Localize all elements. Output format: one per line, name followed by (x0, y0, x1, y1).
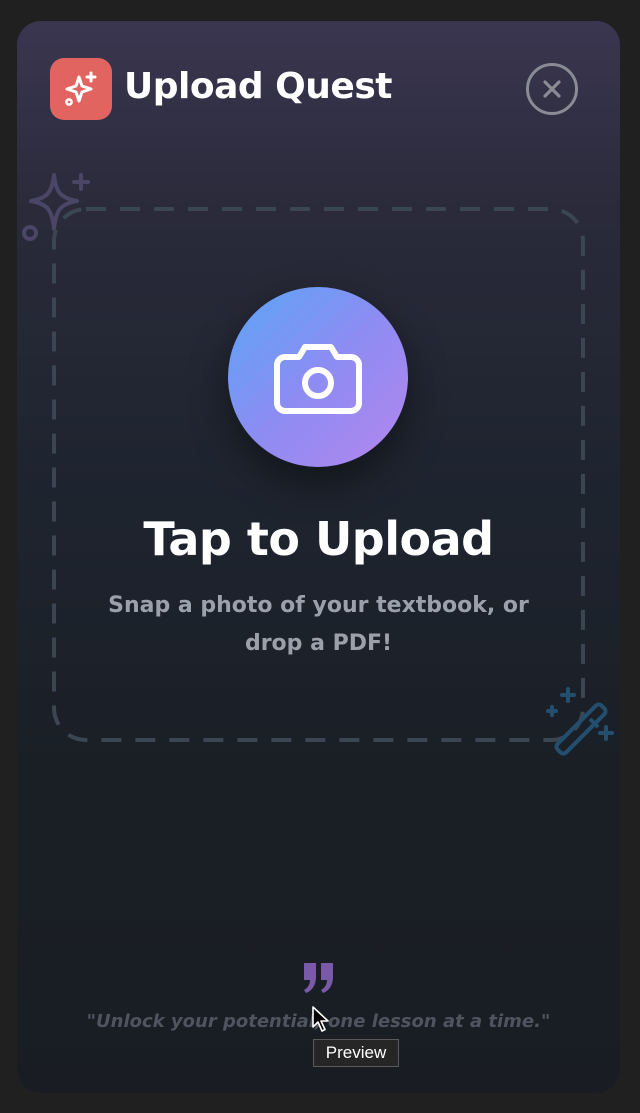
close-icon (543, 80, 561, 98)
upload-subtitle: Snap a photo of your textbook, or drop a… (92, 587, 545, 663)
upload-subtitle-line2: drop a PDF! (244, 631, 393, 656)
preview-tooltip: Preview (313, 1039, 399, 1067)
magic-wand-icon (544, 683, 620, 763)
header: Upload Quest (50, 58, 586, 122)
app-title: Upload Quest (124, 66, 392, 107)
upload-dropzone[interactable]: Tap to Upload Snap a photo of your textb… (52, 207, 585, 742)
upload-title: Tap to Upload (143, 512, 494, 566)
upload-card: Upload Quest Tap to Upload Snap a photo … (17, 21, 620, 1093)
mouse-pointer-icon (311, 1005, 331, 1037)
camera-button[interactable] (228, 287, 408, 467)
quote-icon (302, 961, 336, 999)
close-button[interactable] (526, 63, 578, 115)
camera-icon (274, 344, 362, 414)
sparkles-icon (50, 58, 112, 120)
upload-subtitle-line1: Snap a photo of your textbook, or (108, 593, 529, 618)
